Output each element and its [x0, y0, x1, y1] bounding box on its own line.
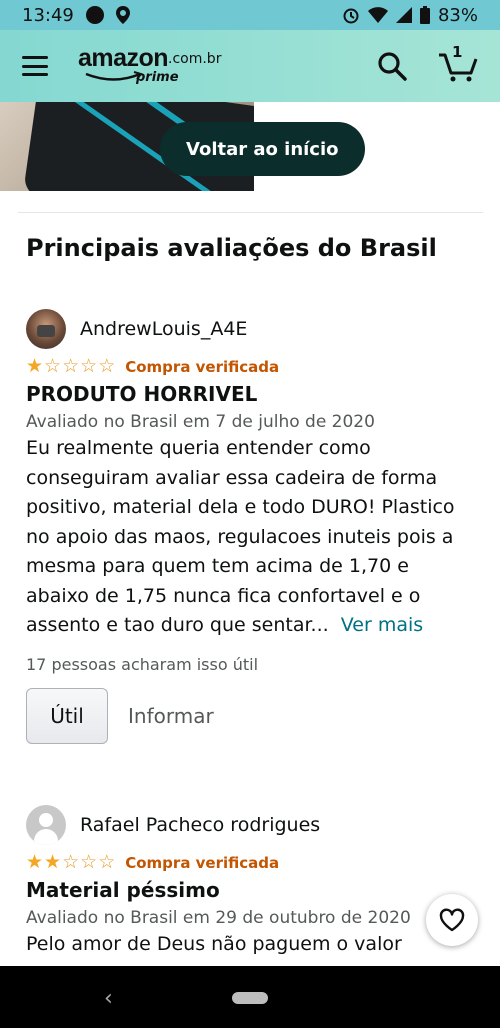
review-card: Rafael Pacheco rodrigues ★ ★ ☆ ☆ ☆ Compr… — [26, 805, 476, 960]
cart-button[interactable]: 1 — [438, 43, 478, 83]
battery-icon — [419, 6, 430, 24]
signal-icon — [395, 7, 412, 23]
avatar — [26, 805, 66, 845]
review-title: Material péssimo — [26, 878, 220, 902]
review-body: Pelo amor de Deus não paguem o valor — [26, 933, 402, 955]
cart-count: 1 — [452, 43, 463, 61]
star-empty-icon: ☆ — [80, 851, 98, 873]
back-nav-icon[interactable]: ‹ — [104, 986, 113, 1011]
reviewer: AndrewLouis_A4E — [26, 309, 476, 349]
app-header: amazon .com.br prime 1 — [0, 30, 500, 102]
heart-icon — [439, 908, 465, 932]
star-empty-icon: ☆ — [62, 355, 80, 377]
location-icon — [115, 6, 130, 24]
star-filled-icon: ★ — [26, 851, 44, 873]
status-time: 13:49 — [22, 4, 74, 26]
battery-percent: 83% — [437, 4, 478, 26]
review-body: Eu realmente queria entender como conseg… — [26, 434, 476, 641]
review-title: PRODUTO HORRIVEL — [26, 382, 258, 406]
star-empty-icon: ☆ — [80, 355, 98, 377]
wifi-icon — [367, 7, 388, 23]
reviewer-name: AndrewLouis_A4E — [80, 318, 248, 340]
star-filled-icon: ★ — [44, 851, 62, 873]
review-body-text: Eu realmente queria entender como conseg… — [26, 437, 455, 636]
see-more-link[interactable]: Ver mais — [341, 614, 423, 636]
system-nav-bar: ‹ — [0, 966, 500, 1028]
rating-row: ★ ☆ ☆ ☆ ☆ Compra verificada — [26, 357, 476, 376]
review-actions: Útil Informar — [26, 687, 476, 744]
section-title: Principais avaliações do Brasil — [26, 234, 437, 262]
reviewer: Rafael Pacheco rodrigues — [26, 805, 476, 845]
back-to-top-button[interactable]: Voltar ao início — [160, 122, 365, 176]
review-date: Avaliado no Brasil em 29 de outubro de 2… — [26, 908, 411, 928]
helpful-button[interactable]: Útil — [26, 687, 108, 744]
star-empty-icon: ☆ — [98, 355, 116, 377]
verified-purchase-badge: Compra verificada — [125, 357, 280, 376]
reviewer-name: Rafael Pacheco rodrigues — [80, 814, 321, 836]
home-pill-icon[interactable] — [232, 992, 268, 1004]
menu-icon[interactable] — [22, 56, 48, 76]
report-link[interactable]: Informar — [128, 704, 214, 728]
amazon-prime-logo[interactable]: amazon .com.br prime — [78, 44, 228, 88]
wishlist-button[interactable] — [426, 894, 478, 946]
star-empty-icon: ☆ — [44, 355, 62, 377]
review-card: AndrewLouis_A4E ★ ☆ ☆ ☆ ☆ Compra verific… — [26, 309, 476, 744]
section-divider — [18, 212, 483, 213]
status-bar: 13:49 83% — [0, 0, 500, 30]
rating-row: ★ ★ ☆ ☆ ☆ Compra verificada — [26, 853, 476, 872]
search-icon[interactable] — [376, 50, 408, 82]
alarm-icon — [343, 8, 359, 24]
review-date: Avaliado no Brasil em 7 de julho de 2020 — [26, 412, 375, 432]
star-filled-icon: ★ — [26, 355, 44, 377]
star-empty-icon: ☆ — [62, 851, 80, 873]
star-empty-icon: ☆ — [98, 851, 116, 873]
star-rating: ★ ☆ ☆ ☆ ☆ — [26, 357, 115, 376]
helpful-count: 17 pessoas acharam isso útil — [26, 654, 259, 674]
product-image-area: Voltar ao início — [0, 102, 500, 212]
avatar — [26, 309, 66, 349]
notification-dot-icon — [85, 6, 104, 24]
verified-purchase-badge: Compra verificada — [125, 853, 280, 872]
star-rating: ★ ★ ☆ ☆ ☆ — [26, 853, 115, 872]
